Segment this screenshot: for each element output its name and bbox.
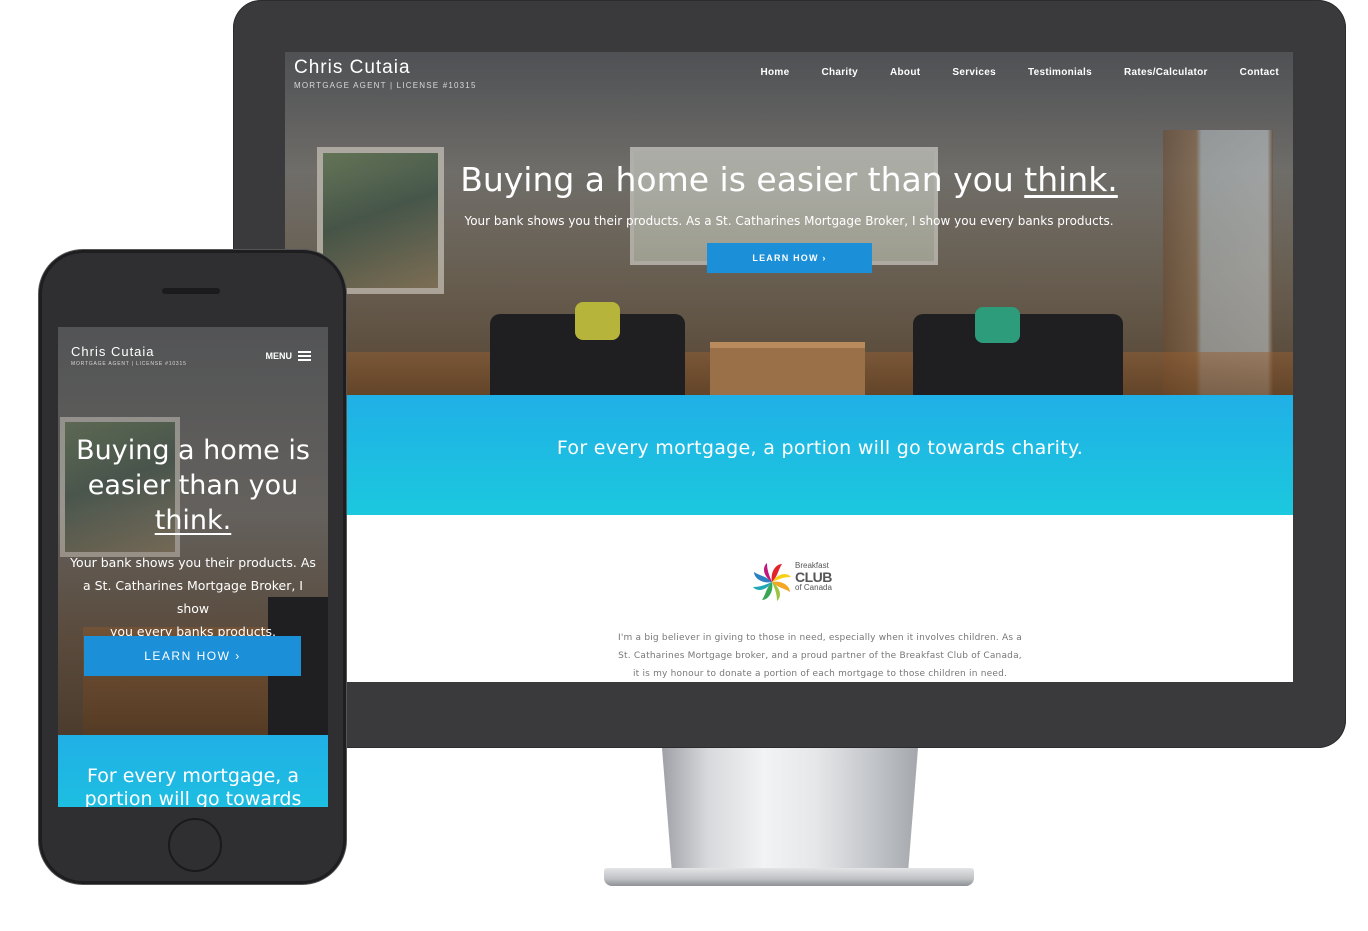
- mobile-charity-band-text: For every mortgage, a portion will go to…: [58, 765, 328, 807]
- mobile-hero: Chris Cutaia MORTGAGE AGENT | LICENSE #1…: [58, 327, 328, 735]
- monitor-stand-base: [604, 868, 974, 886]
- mobile-screen: Chris Cutaia MORTGAGE AGENT | LICENSE #1…: [58, 327, 328, 807]
- nav-item-services[interactable]: Services: [952, 67, 996, 78]
- hero-background-table: [710, 342, 865, 395]
- site-logo-tagline: MORTGAGE AGENT | LICENSE #10315: [294, 81, 477, 90]
- nav-item-about[interactable]: About: [890, 67, 920, 78]
- nav-item-charity[interactable]: Charity: [821, 67, 858, 78]
- desktop-hero: Chris Cutaia MORTGAGE AGENT | LICENSE #1…: [285, 52, 1293, 395]
- mobile-subline-line: Your bank shows you their products. As: [70, 555, 316, 570]
- mobile-hero-headline: Buying a home is easier than you think.: [58, 433, 328, 538]
- mobile-learn-how-button[interactable]: LEARN HOW ›: [84, 636, 301, 676]
- hero-background-pillow: [575, 302, 620, 340]
- mobile-charity-line: portion will go towards: [84, 788, 302, 807]
- mobile-logo-name[interactable]: Chris Cutaia: [71, 344, 155, 359]
- nav-item-contact[interactable]: Contact: [1240, 67, 1279, 78]
- nav-item-testimonials[interactable]: Testimonials: [1028, 67, 1092, 78]
- charity-band: For every mortgage, a portion will go to…: [347, 395, 1293, 515]
- mobile-charity-line: For every mortgage, a: [86, 765, 299, 787]
- nav-item-home[interactable]: Home: [760, 67, 789, 78]
- hero-headline-emphasis: think.: [1024, 160, 1118, 199]
- mobile-logo-tagline: MORTGAGE AGENT | LICENSE #10315: [71, 361, 187, 367]
- site-logo-name[interactable]: Chris Cutaia: [294, 57, 411, 79]
- partner-paragraph-line: I'm a big believer in giving to those in…: [617, 633, 1022, 643]
- mobile-hero-subline: Your bank shows you their products. As a…: [66, 551, 320, 643]
- mobile-charity-band: For every mortgage, a portion will go to…: [58, 735, 328, 807]
- hero-headline-text: Buying a home is easier than you: [460, 160, 1025, 199]
- desktop-nav: Home Charity About Services Testimonials…: [728, 67, 1279, 78]
- hamburger-icon: [298, 351, 311, 361]
- phone-home-button[interactable]: [168, 818, 222, 872]
- logo-line-2: CLUB: [795, 569, 832, 585]
- charity-band-text: For every mortgage, a portion will go to…: [556, 437, 1084, 459]
- mobile-headline-emphasis: think.: [154, 505, 232, 536]
- monitor-stand-neck: [662, 748, 918, 876]
- menu-label: MENU: [265, 351, 293, 361]
- hero-headline: Buying a home is easier than you think.: [285, 160, 1293, 199]
- hero-background-pillow: [975, 307, 1020, 343]
- mobile-subline-line: a St. Catharines Mortgage Broker, I show: [82, 578, 303, 616]
- partner-paragraph: I'm a big believer in giving to those in…: [347, 629, 1293, 682]
- desktop-header: Chris Cutaia MORTGAGE AGENT | LICENSE #1…: [285, 52, 1293, 102]
- mobile-headline-line: easier than you: [87, 470, 299, 501]
- partner-paragraph-line: it is my honour to donate a portion of e…: [632, 669, 1008, 679]
- mobile-menu-button[interactable]: MENU: [265, 351, 311, 361]
- partner-paragraph-line: St. Catharines Mortgage broker, and a pr…: [618, 651, 1022, 661]
- nav-item-rates-calculator[interactable]: Rates/Calculator: [1124, 67, 1208, 78]
- learn-how-button[interactable]: LEARN HOW ›: [707, 243, 872, 273]
- partner-section: Breakfast CLUB of Canada I'm a big belie…: [347, 515, 1293, 682]
- desktop-screen: Chris Cutaia MORTGAGE AGENT | LICENSE #1…: [285, 52, 1293, 682]
- mobile-headline-line: Buying a home is: [76, 435, 310, 466]
- phone-speaker: [162, 288, 220, 294]
- logo-line-3: of Canada: [795, 583, 832, 592]
- hero-subline: Your bank shows you their products. As a…: [464, 214, 1114, 228]
- breakfast-club-logo-text: Breakfast CLUB of Canada: [795, 562, 832, 592]
